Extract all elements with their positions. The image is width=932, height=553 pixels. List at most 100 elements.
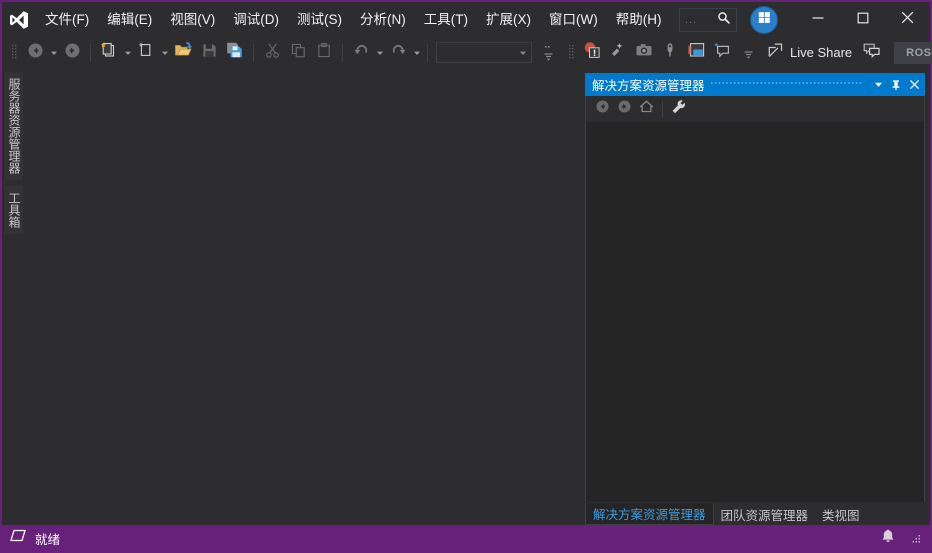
screenshot-icon xyxy=(635,41,653,64)
error-list-icon xyxy=(583,41,601,64)
paste-icon xyxy=(316,42,333,64)
undo-dropdown[interactable] xyxy=(374,41,385,65)
tab-class-view[interactable]: 类视图 xyxy=(815,503,867,525)
new-project-icon xyxy=(100,41,118,64)
menu-item-tools[interactable]: 工具(T) xyxy=(415,2,477,38)
account-button[interactable] xyxy=(751,7,777,33)
bell-icon[interactable] xyxy=(880,528,896,549)
save-button[interactable] xyxy=(196,41,222,65)
ready-indicator-icon xyxy=(10,529,26,547)
visual-studio-logo xyxy=(2,2,36,38)
tab-team-explorer[interactable]: 团队资源管理器 xyxy=(714,503,816,525)
minimize-button[interactable] xyxy=(795,2,840,38)
home-icon xyxy=(639,99,654,119)
live-share-button[interactable]: Live Share xyxy=(761,41,858,65)
copy-button[interactable] xyxy=(285,41,311,65)
resize-grip-icon[interactable] xyxy=(910,532,922,544)
solution-explorer-properties-button[interactable] xyxy=(668,99,690,119)
navigate-back-button[interactable] xyxy=(22,41,48,65)
menu-item-window[interactable]: 窗口(W) xyxy=(540,2,607,38)
navigate-back-dropdown[interactable] xyxy=(48,41,59,65)
status-bar: 就绪 xyxy=(2,525,930,551)
maximize-button[interactable] xyxy=(840,2,885,38)
solution-explorer-home-button[interactable] xyxy=(635,99,657,119)
pin-button[interactable] xyxy=(657,41,683,65)
menu-item-edit[interactable]: 编辑(E) xyxy=(98,2,161,38)
wrench-icon xyxy=(671,99,687,120)
close-button[interactable] xyxy=(885,2,930,38)
main-body: 服务器资源管理器 工具箱 解决方案资源管理器 解决方案资源管理器 团队资源管理器… xyxy=(2,68,930,525)
document-well xyxy=(26,68,585,525)
titlebar-right: ... xyxy=(679,2,930,38)
toolbar-separator-1 xyxy=(90,43,91,62)
window-layout-button[interactable] xyxy=(683,41,709,65)
new-project-button[interactable] xyxy=(96,41,122,65)
undo-icon xyxy=(352,41,371,65)
left-autohide-strip: 服务器资源管理器 工具箱 xyxy=(2,68,26,525)
undo-button[interactable] xyxy=(348,41,374,65)
toolbar-overflow-button-2[interactable] xyxy=(735,41,761,65)
toolbar-overflow-button[interactable] xyxy=(535,41,561,65)
copy-icon xyxy=(290,42,307,64)
feedback-button[interactable] xyxy=(709,41,735,65)
comments-button[interactable] xyxy=(858,41,884,65)
layout-icon xyxy=(687,41,706,64)
close-icon xyxy=(900,10,915,30)
windows-account-icon xyxy=(758,11,771,29)
search-icon xyxy=(717,11,731,30)
tab-solution-explorer[interactable]: 解决方案资源管理器 xyxy=(585,503,714,525)
solution-explorer-toolbar xyxy=(585,96,925,122)
redo-button[interactable] xyxy=(385,41,411,65)
solution-explorer-back-button[interactable] xyxy=(591,99,613,119)
sidebar-item-toolbox[interactable]: 工具箱 xyxy=(5,186,23,234)
pin-icon xyxy=(661,41,679,64)
open-file-icon xyxy=(174,41,193,64)
menu-item-analyze[interactable]: 分析(N) xyxy=(351,2,415,38)
menu-item-file[interactable]: 文件(F) xyxy=(36,2,98,38)
solution-explorer-forward-button[interactable] xyxy=(613,99,635,119)
save-all-icon xyxy=(226,41,244,64)
error-list-button[interactable] xyxy=(579,41,605,65)
toolbar-separator-3 xyxy=(342,43,343,62)
new-item-dropdown[interactable] xyxy=(159,41,170,65)
live-share-label: Live Share xyxy=(790,45,853,60)
redo-icon xyxy=(389,41,408,65)
visual-studio-window: 文件(F) 编辑(E) 视图(V) 调试(D) 测试(S) 分析(N) 工具(T… xyxy=(0,0,932,553)
menu-item-help[interactable]: 帮助(H) xyxy=(607,2,671,38)
menu-item-test[interactable]: 测试(S) xyxy=(288,2,351,38)
new-project-dropdown[interactable] xyxy=(122,41,133,65)
cut-button[interactable] xyxy=(259,41,285,65)
quick-launch-search[interactable]: ... xyxy=(679,8,737,32)
toolbar-grip-1[interactable] xyxy=(9,43,19,63)
rosl-button[interactable]: ROSL... xyxy=(894,41,932,64)
solution-explorer-content[interactable] xyxy=(585,122,925,502)
live-share-icon xyxy=(767,42,784,64)
menu-item-debug[interactable]: 调试(D) xyxy=(224,2,288,38)
new-item-button[interactable] xyxy=(133,41,159,65)
toolbar-grip-2[interactable] xyxy=(566,43,576,63)
solution-explorer-window: 解决方案资源管理器 解决方案资源管理器 团队资源管理器 类视图 xyxy=(585,73,925,525)
redo-dropdown[interactable] xyxy=(411,41,422,65)
screenshot-button[interactable] xyxy=(631,41,657,65)
menu-item-view[interactable]: 视图(V) xyxy=(161,2,224,38)
performance-icon xyxy=(609,41,627,64)
page-title: 解决方案资源管理器 xyxy=(592,79,705,93)
paste-button[interactable] xyxy=(311,41,337,65)
back-icon xyxy=(595,99,610,119)
navigate-forward-icon xyxy=(64,42,81,64)
titlebar-drag-area[interactable] xyxy=(710,73,863,96)
solution-explorer-dropdown-button[interactable] xyxy=(869,75,887,95)
solution-explorer-close-button[interactable] xyxy=(905,75,923,95)
save-icon xyxy=(201,42,218,64)
sidebar-item-server-explorer[interactable]: 服务器资源管理器 xyxy=(5,72,23,180)
performance-profiler-button[interactable] xyxy=(605,41,631,65)
start-configuration-combo[interactable] xyxy=(436,42,532,63)
solution-explorer-toolbar-separator xyxy=(662,101,663,117)
status-text: 就绪 xyxy=(35,532,61,547)
menu-item-extensions[interactable]: 扩展(X) xyxy=(477,2,540,38)
navigate-forward-button[interactable] xyxy=(59,41,85,65)
open-file-button[interactable] xyxy=(170,41,196,65)
solution-explorer-pin-button[interactable] xyxy=(887,75,905,95)
solution-explorer-titlebar[interactable]: 解决方案资源管理器 xyxy=(585,73,925,96)
save-all-button[interactable] xyxy=(222,41,248,65)
